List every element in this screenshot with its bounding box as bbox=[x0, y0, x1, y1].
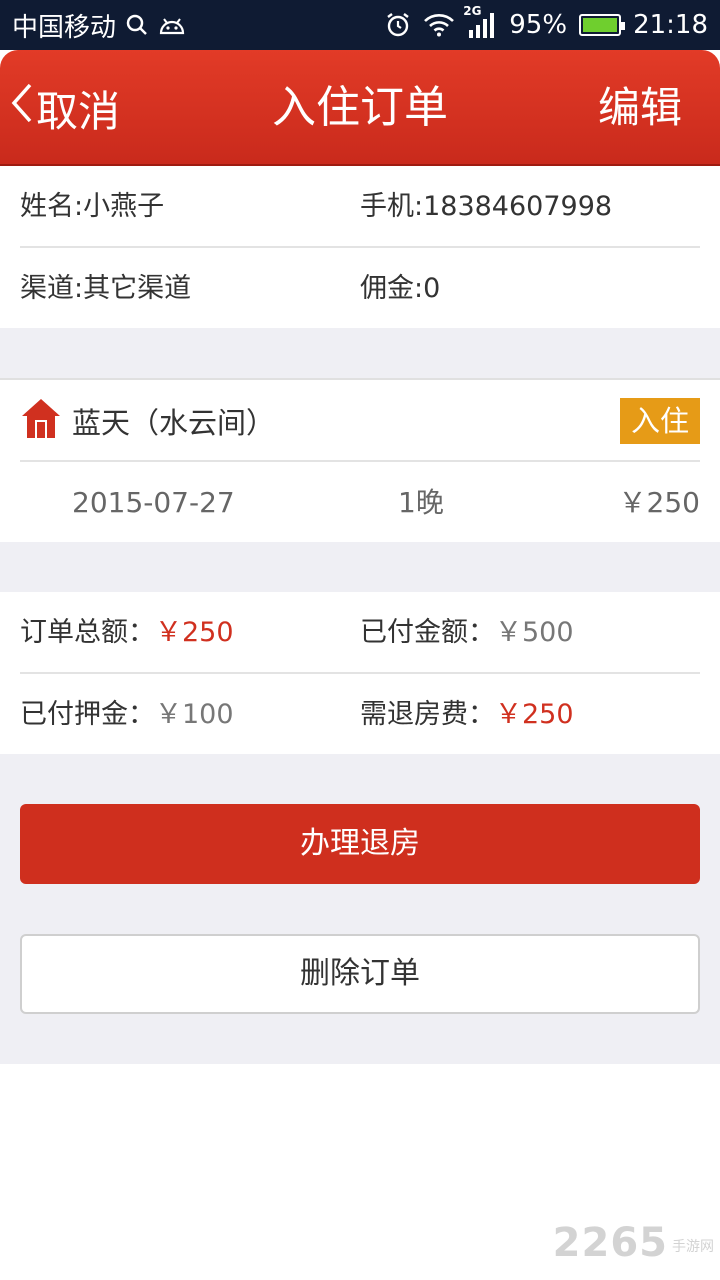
guest-commission: 佣金:0 bbox=[360, 273, 441, 304]
house-icon bbox=[20, 396, 62, 447]
status-bar: 中国移动 2G 95% 21:18 bbox=[0, 0, 720, 50]
refund-fee-value: ￥250 bbox=[495, 699, 574, 730]
room-card: 蓝天（水云间） 入住 2015-07-27 1晚 ￥250 bbox=[0, 380, 720, 542]
actions-area bbox=[0, 754, 720, 1064]
guest-row-2: 渠道:其它渠道 佣金:0 bbox=[20, 248, 700, 330]
alarm-icon bbox=[385, 12, 411, 38]
checkout-button[interactable]: 办理退房 bbox=[20, 804, 700, 884]
order-total: 订单总额：￥250 bbox=[20, 592, 234, 674]
section-gap bbox=[0, 542, 720, 592]
order-total-value: ￥250 bbox=[155, 617, 234, 648]
booking-date: 2015-07-27 bbox=[72, 486, 235, 519]
edit-button[interactable]: 编辑 bbox=[598, 80, 682, 136]
paid-amount-label: 已付金额： bbox=[360, 617, 495, 648]
guest-phone: 手机:18384607998 bbox=[360, 191, 613, 222]
guest-channel: 渠道:其它渠道 bbox=[20, 273, 192, 304]
clock: 21:18 bbox=[633, 10, 708, 40]
battery-percent: 95% bbox=[509, 10, 568, 40]
chevron-left-icon bbox=[10, 81, 34, 135]
app-header: 取消 入住订单 编辑 bbox=[0, 50, 720, 166]
status-left: 中国移动 bbox=[12, 7, 186, 44]
watermark-logo: 2265 手游网 bbox=[553, 1220, 714, 1266]
payment-card: 订单总额：￥250 已付金额：￥500 已付押金：￥100 需退房费：￥250 bbox=[0, 592, 720, 754]
cancel-button[interactable]: 取消 bbox=[10, 80, 120, 136]
wifi-icon bbox=[423, 13, 455, 37]
signal-icon: 2G bbox=[463, 4, 497, 38]
booking-price: ￥250 bbox=[618, 486, 700, 519]
payment-row-2: 已付押金：￥100 需退房费：￥250 bbox=[20, 674, 700, 756]
search-icon bbox=[126, 14, 148, 36]
status-right: 2G 95% 21:18 bbox=[385, 4, 708, 40]
paid-amount-value: ￥500 bbox=[495, 617, 574, 648]
battery-icon bbox=[579, 14, 626, 36]
carrier-name: 中国移动 bbox=[12, 12, 117, 43]
paid-deposit-label: 已付押金： bbox=[20, 699, 155, 730]
section-gap bbox=[0, 328, 720, 378]
paid-deposit-value: ￥100 bbox=[155, 699, 234, 730]
delete-order-button[interactable]: 删除订单 bbox=[20, 934, 700, 1014]
guest-row-1: 姓名:小燕子 手机:18384607998 bbox=[20, 166, 700, 248]
refund-fee: 需退房费：￥250 bbox=[360, 674, 574, 756]
order-total-label: 订单总额： bbox=[20, 617, 155, 648]
payment-row-1: 订单总额：￥250 已付金额：￥500 bbox=[20, 592, 700, 674]
android-icon bbox=[158, 15, 186, 35]
watermark-suffix: 手游网 bbox=[672, 1239, 714, 1255]
guest-info-card: 姓名:小燕子 手机:18384607998 渠道:其它渠道 佣金:0 bbox=[0, 166, 720, 328]
refund-fee-label: 需退房费： bbox=[360, 699, 495, 730]
network-type: 2G bbox=[463, 4, 482, 18]
status-badge: 入住 bbox=[620, 398, 700, 444]
room-name: 蓝天（水云间） bbox=[72, 406, 276, 440]
booking-nights: 1晚 bbox=[398, 486, 444, 519]
cancel-label: 取消 bbox=[36, 86, 121, 136]
room-title: 蓝天（水云间） bbox=[20, 380, 275, 462]
guest-name: 姓名:小燕子 bbox=[20, 191, 165, 222]
watermark-brand: 2265 bbox=[552, 1220, 668, 1266]
paid-amount: 已付金额：￥500 bbox=[360, 592, 574, 674]
paid-deposit: 已付押金：￥100 bbox=[20, 674, 234, 756]
